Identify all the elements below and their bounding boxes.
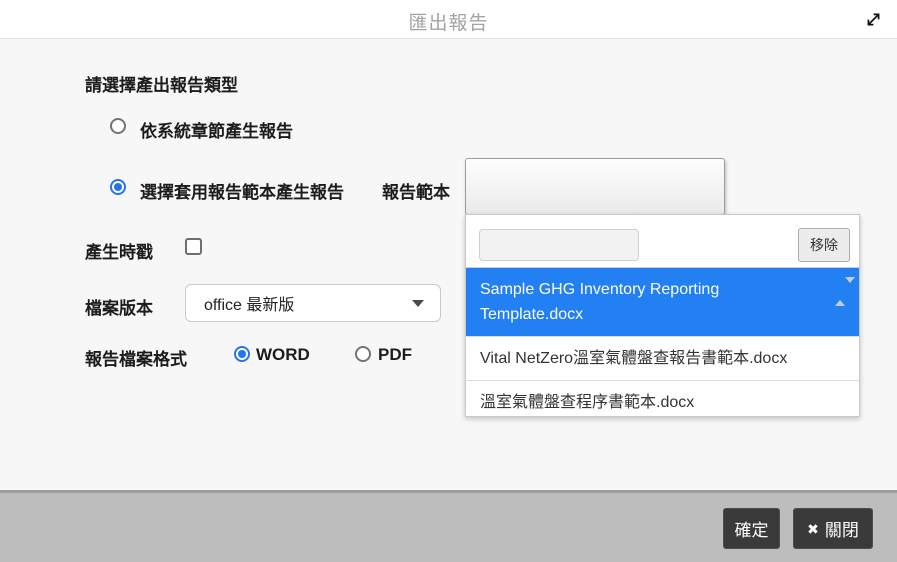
file-version-value: office 最新版	[204, 291, 412, 315]
radio-format-word[interactable]	[234, 346, 250, 362]
radio-format-pdf[interactable]	[355, 346, 371, 362]
template-label: 報告範本	[382, 178, 450, 203]
close-button[interactable]: ✖ 關閉	[793, 508, 873, 549]
timestamp-checkbox[interactable]	[185, 238, 202, 255]
expand-diagonal-arrows-icon	[865, 11, 882, 28]
template-option-list: Sample GHG Inventory Reporting Template.…	[466, 267, 859, 416]
radio-format-word-label[interactable]: WORD	[256, 345, 310, 365]
template-option[interactable]: 溫室氣體盤查程序書範本.docx	[466, 380, 859, 416]
chevron-down-icon	[412, 300, 424, 307]
radio-report-by-template-label[interactable]: 選擇套用報告範本產生報告	[140, 178, 344, 203]
radio-report-by-chapter[interactable]	[110, 118, 126, 134]
template-select-box[interactable]	[465, 158, 725, 215]
radio-report-by-chapter-label[interactable]: 依系統章節產生報告	[140, 117, 293, 142]
page-title: 匯出報告	[0, 8, 897, 35]
dialog-footer: 確定 ✖ 關閉	[0, 490, 897, 562]
file-format-label: 報告檔案格式	[85, 345, 187, 370]
file-version-label: 檔案版本	[85, 294, 153, 319]
timestamp-label: 產生時戳	[85, 238, 153, 263]
template-option-selected[interactable]: Sample GHG Inventory Reporting Template.…	[466, 268, 859, 336]
remove-button[interactable]: 移除	[798, 228, 850, 262]
template-option[interactable]: Vital NetZero溫室氣體盤查報告書範本.docx	[466, 336, 859, 380]
report-type-section-label: 請選擇產出報告類型	[85, 71, 238, 96]
export-report-dialog: 匯出報告 請選擇產出報告類型 依系統章節產生報告 選擇套用報告範本產生報告 報告…	[0, 0, 897, 562]
template-search-input[interactable]	[479, 229, 639, 261]
file-version-select[interactable]: office 最新版	[185, 284, 441, 322]
confirm-button[interactable]: 確定	[723, 508, 780, 549]
close-x-icon: ✖	[807, 522, 819, 536]
sort-arrows-icon[interactable]	[835, 279, 847, 297]
dialog-header: 匯出報告	[0, 0, 897, 39]
radio-format-pdf-label[interactable]: PDF	[378, 345, 412, 365]
expand-icon[interactable]	[865, 11, 882, 28]
radio-report-by-template[interactable]	[110, 179, 126, 195]
template-dropdown-panel: 移除 Sample GHG Inventory Reporting Templa…	[465, 214, 860, 417]
